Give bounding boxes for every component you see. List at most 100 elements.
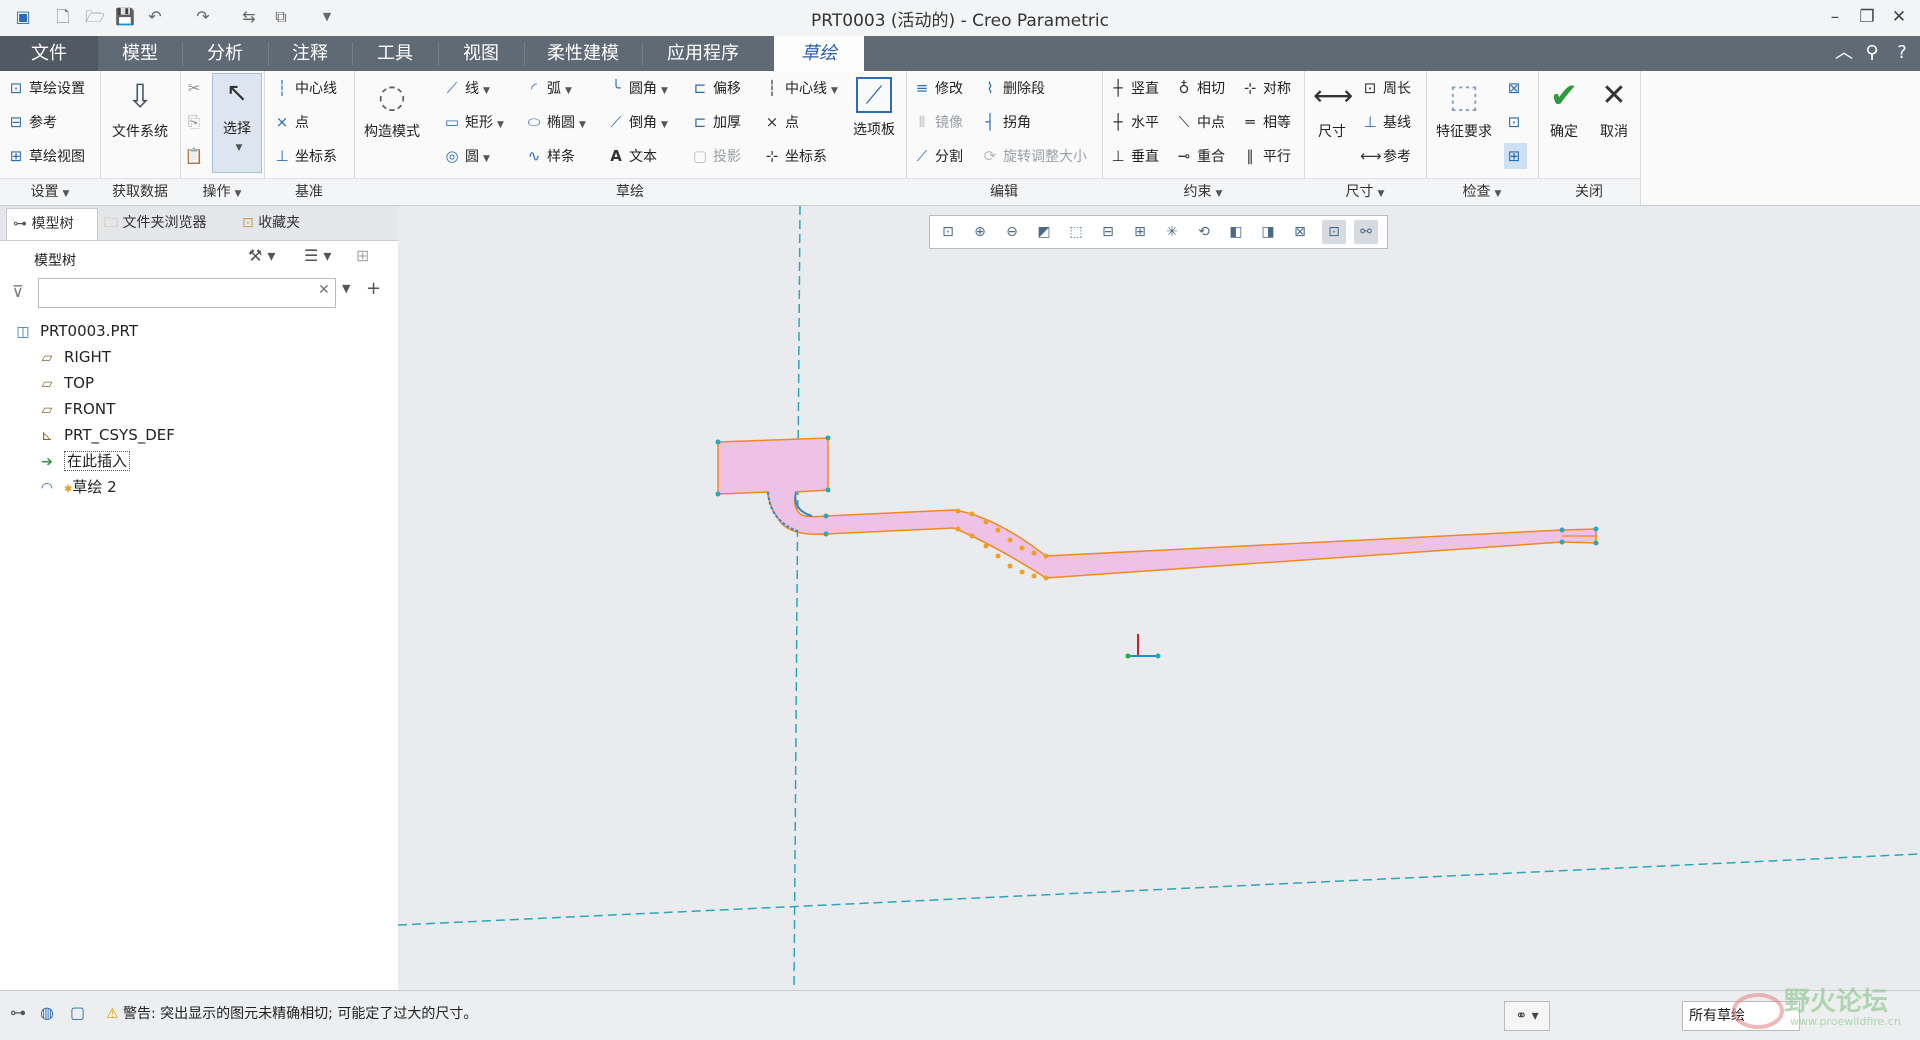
file-system-button[interactable]: ⇩ 文件系统 (104, 77, 176, 141)
fillet-button[interactable]: ╰ 圆角 ▼ (606, 75, 667, 101)
sketch-point-icon: × (765, 113, 779, 131)
dimension-button[interactable]: ⟷ 尺寸 (1306, 77, 1358, 141)
horizontal-centerline (398, 853, 1920, 926)
tab-annotate[interactable]: 注释 (268, 36, 352, 71)
divide-button[interactable]: ⟋ 分割 (912, 143, 963, 169)
circle-button[interactable]: ◎ 圆 ▼ (442, 143, 489, 169)
tab-sketch[interactable]: 草绘 (774, 36, 864, 72)
arc-button[interactable]: ◜ 弧 ▼ (524, 75, 572, 101)
datum-point-button[interactable]: × 点 (272, 109, 309, 135)
show-columns-icon[interactable]: ☰ ▾ (304, 246, 331, 265)
mirror-button[interactable]: ⫴ 镜像 (912, 109, 963, 135)
perpendicular-constraint-button[interactable]: ⊥ 垂直 (1108, 143, 1159, 169)
tab-model-tree[interactable]: ⊶ 模型树 (6, 208, 98, 240)
symmetric-icon: ⊹ (1243, 79, 1257, 97)
references-button[interactable]: ⊟ 参考 (6, 109, 57, 135)
feature-requirements-button[interactable]: ⬚ 特征要求 (1428, 77, 1500, 141)
add-column-icon[interactable]: + (366, 278, 381, 299)
close-window-icon[interactable]: ✕ (1884, 4, 1914, 30)
ellipse-button[interactable]: ⬭ 椭圆 ▼ (524, 109, 586, 135)
parallel-constraint-button[interactable]: ∥ 平行 (1240, 143, 1291, 169)
full-screen-icon[interactable]: ▢ (70, 1003, 85, 1022)
sketch-point-button[interactable]: × 点 (762, 109, 799, 135)
sketch-centerline-button[interactable]: ┆ 中心线 ▼ (762, 75, 837, 101)
group-label-dimension[interactable]: 尺寸 ▼ (1304, 178, 1426, 205)
tab-applications[interactable]: 应用程序 (642, 36, 764, 71)
highlight-open-ends-icon[interactable]: ⊡ (1504, 109, 1527, 135)
restore-icon[interactable]: ❐ (1852, 4, 1882, 30)
overlapping-geometry-icon[interactable]: ⊠ (1504, 75, 1527, 101)
tree-search-input[interactable] (38, 278, 336, 308)
tree-item-sketch-2[interactable]: ◠ ✱草绘 2 (36, 474, 117, 500)
tab-folder-browser[interactable]: 🗀 文件夹浏览器 (98, 208, 234, 239)
symmetric-constraint-button[interactable]: ⊹ 对称 (1240, 75, 1291, 101)
sketch-setup-button[interactable]: ⊡ 草绘设置 (6, 75, 85, 101)
tab-analysis[interactable]: 分析 (182, 36, 268, 71)
tree-item-right-plane[interactable]: ▱ RIGHT (36, 344, 111, 370)
group-label-settings[interactable]: 设置 ▼ (0, 178, 100, 205)
browser-toggle-icon[interactable]: ◍ (40, 1003, 54, 1022)
perimeter-button[interactable]: ⊡ 周长 (1360, 75, 1411, 101)
favorites-icon: ⊡ (242, 215, 254, 231)
find-icon[interactable]: ⚭ ▾ (1504, 1001, 1550, 1031)
sketch-csys-button[interactable]: ⊹ 坐标系 (762, 143, 827, 169)
tree-item-csys[interactable]: ⊾ PRT_CSYS_DEF (36, 422, 175, 448)
cancel-button[interactable]: ✕ 取消 (1590, 77, 1638, 141)
datum-csys-button[interactable]: ⊥ 坐标系 (272, 143, 337, 169)
tree-item-top-plane[interactable]: ▱ TOP (36, 370, 94, 396)
paste-icon[interactable]: 📋 (184, 143, 207, 169)
tab-flexible-modeling[interactable]: 柔性建模 (524, 36, 642, 71)
copy-icon[interactable]: ⎘ (184, 109, 207, 135)
reference-dimension-button[interactable]: ⟷参考 (1360, 143, 1411, 169)
coincident-constraint-button[interactable]: ⊸ 重合 (1174, 143, 1225, 169)
rectangle-button[interactable]: ▭ 矩形 ▼ (442, 109, 504, 135)
search-dropdown-icon[interactable]: ▼ (342, 282, 350, 295)
equal-constraint-button[interactable]: ═ 相等 (1240, 109, 1291, 135)
select-button[interactable]: ↖ 选择 ▼ (212, 73, 262, 173)
line-button[interactable]: ⟋ 线 ▼ (442, 75, 490, 101)
vertical-constraint-button[interactable]: ┼ 竖直 (1108, 75, 1159, 101)
navigator-toggle-icon[interactable]: ⊶ (10, 1003, 26, 1022)
ribbon: ⊡ 草绘设置 ⊟ 参考 ⊞ 草绘视图 设置 ▼ ⇩ 文件系统 获取数据 ✂ ⎘ 📋 ↖ 选择… (0, 71, 1920, 206)
rotate-resize-button[interactable]: ⟳ 旋转调整大小 (980, 143, 1087, 169)
shade-closed-loops-icon[interactable]: ⊞ (1504, 143, 1527, 169)
tree-item-insert-here[interactable]: ➔ 在此插入 (36, 448, 131, 474)
horizontal-constraint-button[interactable]: ┼ 水平 (1108, 109, 1159, 135)
text-button[interactable]: A 文本 (606, 143, 657, 169)
tree-item-part[interactable]: ◫ PRT0003.PRT (12, 318, 138, 344)
construction-mode-button[interactable]: ◌ 构造模式 (356, 77, 428, 141)
chamfer-button[interactable]: ⟋ 倒角 ▼ (606, 109, 668, 135)
clear-search-icon[interactable]: ✕ (318, 282, 330, 298)
cut-icon[interactable]: ✂ (184, 75, 207, 101)
thicken-button[interactable]: ⊏ 加厚 (690, 109, 741, 135)
tree-filter-options-icon[interactable]: ⊞ (356, 246, 369, 265)
help-icon[interactable]: ? (1890, 40, 1914, 66)
group-label-constrain[interactable]: 约束 ▼ (1102, 178, 1304, 205)
delete-segment-button[interactable]: ⌇ 删除段 (980, 75, 1045, 101)
group-label-operations[interactable]: 操作 ▼ (180, 178, 264, 205)
sketch-view-button[interactable]: ⊞ 草绘视图 (6, 143, 85, 169)
midpoint-constraint-button[interactable]: ⟍ 中点 (1174, 109, 1225, 135)
datum-centerline-button[interactable]: ┆ 中心线 (272, 75, 337, 101)
tab-model[interactable]: 模型 (98, 36, 182, 71)
tab-view[interactable]: 视图 (438, 36, 524, 71)
spline-button[interactable]: ∿ 样条 (524, 143, 575, 169)
graphics-area[interactable]: ⊡ ⊕ ⊖ ◩ ⬚ ⊟ ⊞ ✳ ⟲ ◧ ◨ ⊠ ⊡ ⚯ (398, 206, 1920, 990)
offset-button[interactable]: ⊏ 偏移 (690, 75, 741, 101)
minimize-ribbon-icon[interactable]: ︿ (1832, 40, 1856, 66)
tangent-constraint-button[interactable]: ♁ 相切 (1174, 75, 1226, 101)
ok-button[interactable]: ✔ 确定 (1540, 77, 1588, 141)
group-label-inspect[interactable]: 检查 ▼ (1426, 178, 1538, 205)
tab-file[interactable]: 文件 (0, 36, 98, 71)
palette-button[interactable]: ⟋ 选项板 (846, 77, 902, 139)
tree-settings-icon[interactable]: ⚒ ▾ (248, 246, 275, 265)
baseline-button[interactable]: ⊥ 基线 (1360, 109, 1411, 135)
minimize-icon[interactable]: – (1820, 4, 1850, 30)
tree-item-front-plane[interactable]: ▱ FRONT (36, 396, 116, 422)
tab-tools[interactable]: 工具 (352, 36, 438, 71)
search-icon[interactable]: ⚲ (1860, 40, 1884, 66)
project-button[interactable]: ▢ 投影 (690, 143, 741, 169)
modify-button[interactable]: ≡ 修改 (912, 75, 963, 101)
corner-button[interactable]: ┤ 拐角 (980, 109, 1031, 135)
tab-favorites[interactable]: ⊡ 收藏夹 (236, 208, 330, 239)
